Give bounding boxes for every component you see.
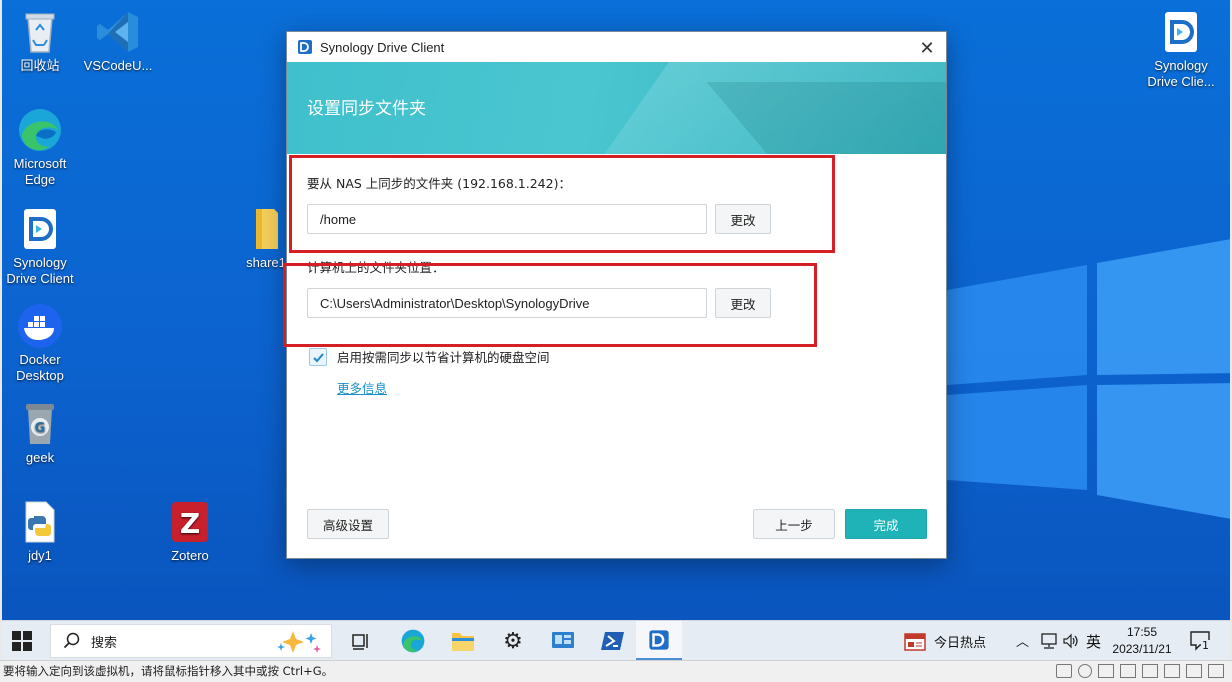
usb-icon[interactable] (1120, 664, 1136, 678)
dialog-banner: 设置同步文件夹 (287, 62, 946, 154)
advanced-settings-button[interactable]: 高级设置 (307, 509, 389, 539)
desktop-icon-jdy1[interactable]: jdy1 (2, 498, 78, 564)
desktop-icon-label: 回收站 (20, 58, 60, 73)
desktop-icon-label: jdy1 (28, 548, 52, 563)
news-label[interactable]: 今日热点 (934, 632, 986, 651)
remote-desktop-icon (552, 632, 574, 648)
close-icon: ✕ (919, 37, 935, 59)
vm-status-bar: 要将输入定向到该虚拟机，请将鼠标指针移入其中或按 Ctrl+G。 (0, 660, 1232, 682)
svg-text:Z: Z (180, 507, 200, 540)
computer-folder-field[interactable]: C:\Users\Administrator\Desktop\SynologyD… (307, 288, 707, 318)
network-adapter-icon[interactable] (1098, 664, 1114, 678)
synology-drive-icon (298, 40, 312, 54)
task-view-icon (352, 634, 368, 650)
desktop-icon-label: geek (25, 450, 55, 465)
news-icon[interactable] (904, 633, 926, 651)
vm-status-message: 要将输入定向到该虚拟机，请将鼠标指针移入其中或按 Ctrl+G。 (3, 664, 334, 678)
taskbar-synology-drive[interactable] (636, 621, 682, 661)
taskbar-remote-app[interactable] (540, 621, 586, 661)
on-demand-sync-checkbox[interactable] (309, 348, 327, 366)
windows-start-icon[interactable] (12, 631, 32, 651)
dialog-titlebar[interactable]: Synology Drive Client (287, 32, 946, 62)
docker-icon (18, 304, 62, 348)
network-icon[interactable] (1040, 633, 1058, 649)
desktop-icon-microsoft-edge[interactable]: Microsoft Edge (2, 106, 78, 188)
folder-icon (256, 209, 278, 249)
dialog-title: Synology Drive Client (320, 39, 445, 55)
recycle-bin-icon (25, 13, 55, 53)
vscode-icon (97, 12, 138, 52)
desktop-icon-zotero[interactable]: Z Zotero (152, 498, 228, 564)
desktop-icon-label: Zotero (171, 548, 209, 563)
system-clock[interactable]: 17:55 2023/11/21 (1102, 624, 1182, 658)
synology-drive-icon (24, 209, 56, 249)
back-button[interactable]: 上一步 (753, 509, 835, 539)
edge-icon (19, 109, 61, 151)
desktop-icon-label: Synology Drive Clie... (1147, 58, 1215, 89)
edge-icon (401, 629, 425, 653)
taskbar-edge[interactable] (390, 621, 436, 661)
checkmark-icon (312, 352, 324, 362)
search-placeholder: 搜索 (91, 635, 118, 651)
desktop-icon-synology-drive[interactable]: Synology Drive Client (2, 205, 78, 287)
display-icon[interactable] (1186, 664, 1202, 678)
chevron-up-icon[interactable]: ︿ (1016, 631, 1029, 650)
desktop-icon-label: Synology Drive Client (6, 255, 74, 286)
nas-folder-field[interactable]: /home (307, 204, 707, 234)
synology-setup-dialog: Synology Drive Client ✕ 设置同步文件夹 要从 NAS 上… (286, 31, 947, 559)
clock-date: 2023/11/21 (1112, 642, 1172, 656)
windows-logo-wallpaper (947, 239, 1230, 519)
taskbar: 搜索 ⚙ 今日热点 ︿ 英 17:55 2023/11/21 1 (2, 620, 1230, 661)
volume-icon[interactable] (1062, 633, 1080, 649)
sparkle-icon (277, 631, 321, 653)
sound-icon[interactable] (1164, 664, 1180, 678)
finish-button[interactable]: 完成 (845, 509, 927, 539)
clock-time: 17:55 (1126, 625, 1158, 639)
search-icon (63, 632, 80, 649)
message-icon[interactable] (1208, 664, 1224, 678)
desktop-icon-synology-drive-right[interactable]: Synology Drive Clie... (1140, 8, 1222, 90)
desktop-icon-label: Microsoft Edge (13, 156, 67, 187)
taskbar-file-explorer[interactable] (440, 621, 486, 661)
desktop-icon-geek[interactable]: G geek (2, 400, 78, 466)
change-nas-folder-button[interactable]: 更改 (715, 204, 771, 234)
close-button[interactable]: ✕ (916, 37, 938, 59)
hard-disk-icon[interactable] (1056, 664, 1072, 678)
desktop-icon-docker-desktop[interactable]: Docker Desktop (2, 302, 78, 384)
taskbar-search-box[interactable]: 搜索 (50, 624, 332, 658)
ime-indicator[interactable]: 英 (1086, 631, 1101, 652)
printer-icon[interactable] (1142, 664, 1158, 678)
notification-count: 1 (1201, 639, 1210, 652)
svg-text:G: G (35, 421, 46, 436)
powershell-icon (601, 632, 624, 650)
python-file-icon (25, 501, 55, 543)
taskbar-settings[interactable]: ⚙ (490, 621, 536, 661)
change-computer-folder-button[interactable]: 更改 (715, 288, 771, 318)
synology-drive-icon (649, 629, 669, 650)
geek-uninstaller-icon: G (26, 404, 54, 444)
on-demand-sync-label[interactable]: 启用按需同步以节省计算机的硬盘空间 (337, 347, 550, 366)
computer-folder-label: 计算机上的文件夹位置： (307, 260, 445, 275)
desktop-icon-label: Docker Desktop (16, 352, 64, 383)
gear-icon: ⚙ (503, 628, 523, 654)
zotero-icon: Z (172, 502, 208, 542)
vm-window: 回收站 VSCodeU... Microsoft Edge Synology D… (0, 0, 1232, 682)
notification-center-button[interactable]: 1 (1188, 629, 1212, 653)
vm-device-icons (1056, 664, 1224, 678)
desktop-icon-recycle-bin[interactable]: 回收站 (2, 8, 78, 74)
desktop-icon-label: VSCodeU... (83, 58, 153, 73)
nas-folder-label: 要从 NAS 上同步的文件夹 (192.168.1.242)： (307, 176, 571, 191)
more-info-link[interactable]: 更多信息 (337, 378, 387, 397)
dialog-heading: 设置同步文件夹 (307, 99, 426, 119)
task-view-button[interactable] (338, 621, 384, 661)
folder-icon (452, 633, 474, 651)
taskbar-powershell[interactable] (590, 621, 636, 661)
synology-drive-icon (1165, 12, 1197, 52)
desktop-icon-vscode[interactable]: VSCodeU... (80, 8, 156, 74)
cd-drive-icon[interactable] (1078, 664, 1092, 678)
